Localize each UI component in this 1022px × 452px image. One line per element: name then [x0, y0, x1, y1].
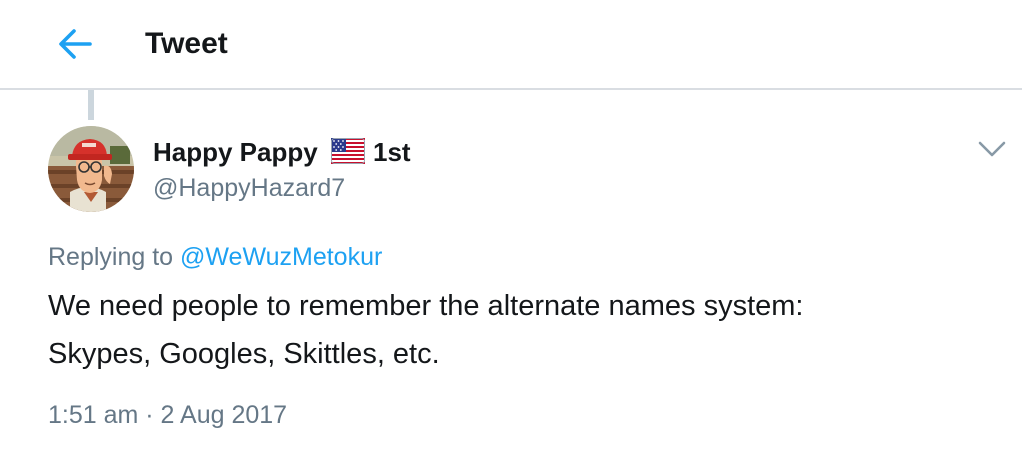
arrow-left-icon [59, 29, 92, 59]
avatar[interactable] [48, 126, 134, 212]
top-bar: Tweet [0, 0, 1022, 90]
tweet-menu-button[interactable] [975, 134, 1009, 164]
author-handle[interactable]: @HappyHazard7 [153, 170, 345, 206]
author-display-name[interactable]: Happy Pappy [153, 134, 318, 170]
author-name-suffix: 1st [373, 137, 411, 167]
chevron-down-icon [978, 141, 1006, 157]
thread-connector-line [88, 90, 94, 120]
tweet-timestamp[interactable]: 1:51 am · 2 Aug 2017 [48, 396, 287, 434]
replying-to-line: Replying to @WeWuzMetokur [48, 238, 382, 276]
back-button[interactable] [52, 22, 98, 66]
tweet-body: We need people to remember the alternate… [48, 282, 1008, 378]
tweet-text-line: We need people to remember the alternate… [48, 290, 804, 322]
tweet-detail-screen: Tweet Happy Pappy 1st @HappyHazard7 Repl… [0, 0, 1022, 452]
replying-to-label: Replying to [48, 243, 174, 271]
cartoon-avatar-icon [48, 126, 134, 212]
tweet-text-line: Skypes, Googles, Skittles, etc. [48, 338, 440, 370]
page-title: Tweet [145, 27, 228, 60]
replying-to-mention-link[interactable]: @WeWuzMetokur [180, 243, 382, 271]
us-flag-icon [331, 138, 365, 164]
